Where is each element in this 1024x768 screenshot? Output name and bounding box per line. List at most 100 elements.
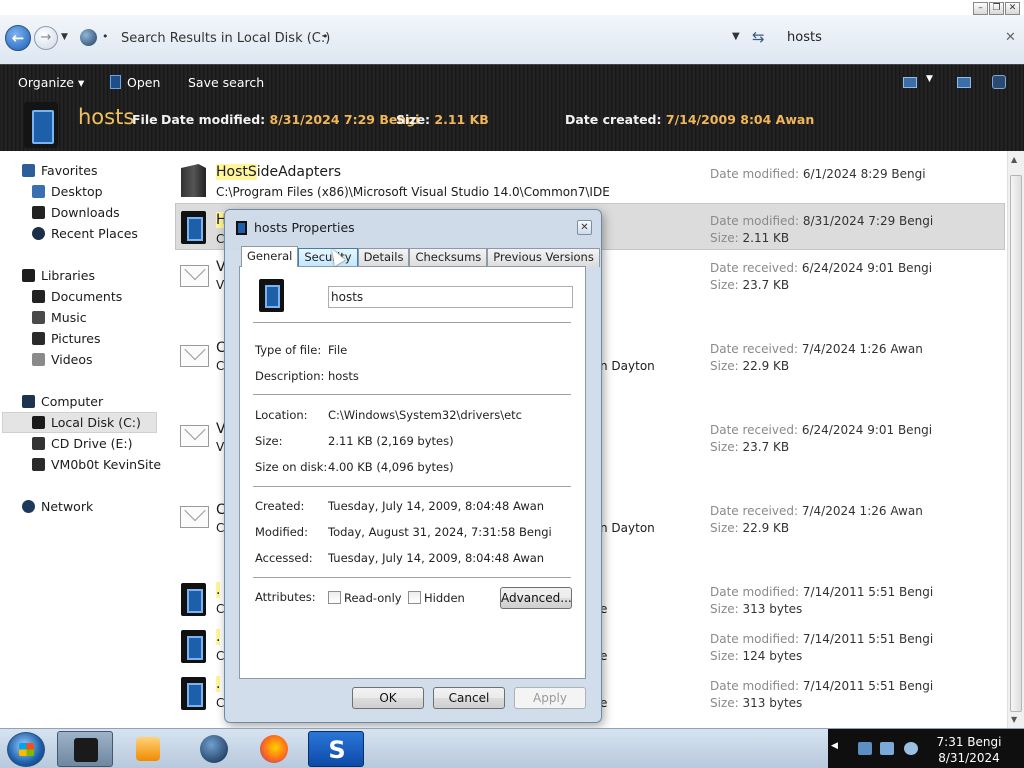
scroll-up-icon[interactable]: ▲ [1011,155,1017,164]
forward-button[interactable]: → [34,26,58,50]
readonly-checkbox[interactable] [328,591,341,604]
window-controls: – ❐ ✕ [973,2,1020,15]
result-path: C:\Program Files (x86)\Microsoft Visual … [216,185,610,199]
close-button[interactable]: ✕ [1005,2,1020,15]
recent-pages-dropdown[interactable]: ▼ [61,32,68,42]
apply-button[interactable]: Apply [514,687,586,709]
taskbar-s-app[interactable]: S [308,731,364,767]
breadcrumb-arrow-icon[interactable]: • [322,30,329,43]
result-meta-2: Size: 313 bytes [710,696,802,710]
organize-button[interactable]: Organize ▾ [18,75,84,90]
nav-cd-drive[interactable]: CD Drive (E:) [32,436,133,451]
taskbar-globe[interactable] [186,731,242,767]
breadcrumb-separator-icon[interactable]: • [102,30,109,43]
nav-documents[interactable]: Documents [32,289,122,304]
result-extra: n Dayton [600,359,655,373]
nav-vm-share[interactable]: VM0b0t KevinSite [32,457,161,472]
meta-value: 2.11 KB [742,231,790,245]
taskbar-firefox[interactable] [246,731,302,767]
tray-network-icon[interactable] [880,742,894,755]
globe-icon [200,735,228,763]
nav-pictures[interactable]: Pictures [32,331,101,346]
media-player-icon [136,737,160,761]
meta-label: Size: [710,231,739,245]
tray-app-icon[interactable] [858,742,872,755]
meta-value: 22.9 KB [742,359,790,373]
show-hidden-icons[interactable]: ◀ [831,741,838,751]
description-label: Description: [255,369,325,383]
open-label: Open [127,75,161,90]
open-button[interactable]: Open [110,75,160,90]
search-input[interactable]: hosts [787,30,822,45]
taskbar-explorer[interactable] [57,731,113,767]
nav-downloads[interactable]: Downloads [32,205,120,220]
details-modified: Date modified: 8/31/2024 7:29 Bengi [161,112,419,127]
nav-computer[interactable]: Computer [22,394,103,409]
details-modified-label: Date modified: [161,112,266,127]
help-icon[interactable] [992,75,1006,89]
libraries-icon [22,269,35,282]
tab-checksums[interactable]: Checksums [409,248,488,267]
tab-previous-versions[interactable]: Previous Versions [487,248,600,267]
tab-details[interactable]: Details [357,248,410,267]
result-title: . [216,629,221,645]
taskbar-media-player[interactable] [120,731,176,767]
result-meta-2: Size: 22.9 KB [710,359,789,373]
save-search-button[interactable]: Save search [188,75,264,90]
readonly-label: Read-only [344,591,402,605]
vertical-scrollbar[interactable]: ▲ ▼ [1007,151,1024,728]
ok-button[interactable]: OK [352,687,424,709]
nav-music-label: Music [51,310,87,325]
back-button[interactable]: ← [5,25,31,51]
dialog-close-button[interactable]: ✕ [577,220,592,235]
result-meta-1: Date modified: 7/14/2011 5:51 Bengi [710,585,933,599]
mail-icon [180,265,209,287]
dialog-tabs: General Security Details Checksums Previ… [241,246,600,267]
result-meta-2: Size: 124 bytes [710,649,802,663]
result-meta-1: Date received: 7/4/2024 1:26 Awan [710,342,923,356]
nav-libraries[interactable]: Libraries [22,268,95,283]
scroll-thumb[interactable] [1010,175,1022,712]
details-created: Date created: 7/14/2009 8:04 Awan [565,112,814,127]
tab-general[interactable]: General [241,246,299,267]
restore-button[interactable]: ❐ [989,2,1004,15]
videos-icon [32,353,45,366]
clear-search-icon[interactable]: ✕ [1005,30,1016,45]
meta-label: Size: [710,696,739,710]
scroll-down-icon[interactable]: ▼ [1011,715,1017,724]
open-file-icon [110,75,121,89]
nav-libraries-label: Libraries [41,268,95,283]
nav-network[interactable]: Network [22,499,93,514]
address-dropdown-icon[interactable]: ▼ [732,31,740,42]
tray-volume-icon[interactable] [904,742,918,755]
divider [253,322,571,323]
result-meta-2: Size: 23.7 KB [710,440,789,454]
divider [253,577,571,578]
file-name-field[interactable]: hosts [328,286,573,308]
clock[interactable]: 7:31 Bengi 8/31/2024 [933,734,1005,766]
result-meta-1: Date modified: 7/14/2011 5:51 Bengi [710,632,933,646]
meta-value: 7/14/2011 5:51 Bengi [802,585,934,599]
nav-music[interactable]: Music [32,310,87,325]
cancel-button[interactable]: Cancel [433,687,505,709]
firefox-icon [260,735,288,763]
divider [253,394,571,395]
nav-recent-places[interactable]: Recent Places [32,226,138,241]
breadcrumb[interactable]: Search Results in Local Disk (C:) [121,31,330,46]
file-thumbnail-icon [24,102,58,148]
nav-videos[interactable]: Videos [32,352,93,367]
taskbar: S ◀ 7:31 Bengi 8/31/2024 [0,728,1024,768]
explorer-icon [74,738,98,762]
minimize-button[interactable]: – [973,2,988,15]
preview-pane-icon[interactable] [957,77,971,88]
nav-local-disk[interactable]: Local Disk (C:) [32,415,141,430]
recent-places-icon [32,227,45,240]
change-view-icon[interactable] [903,77,917,88]
view-options-dropdown[interactable]: ▼ [926,74,933,84]
refresh-icon[interactable]: ⇆ [752,28,765,46]
start-button[interactable] [7,732,45,767]
advanced-button[interactable]: Advanced... [500,587,572,609]
hidden-checkbox[interactable] [408,591,421,604]
nav-desktop[interactable]: Desktop [32,184,103,199]
nav-favorites[interactable]: Favorites [22,163,97,178]
